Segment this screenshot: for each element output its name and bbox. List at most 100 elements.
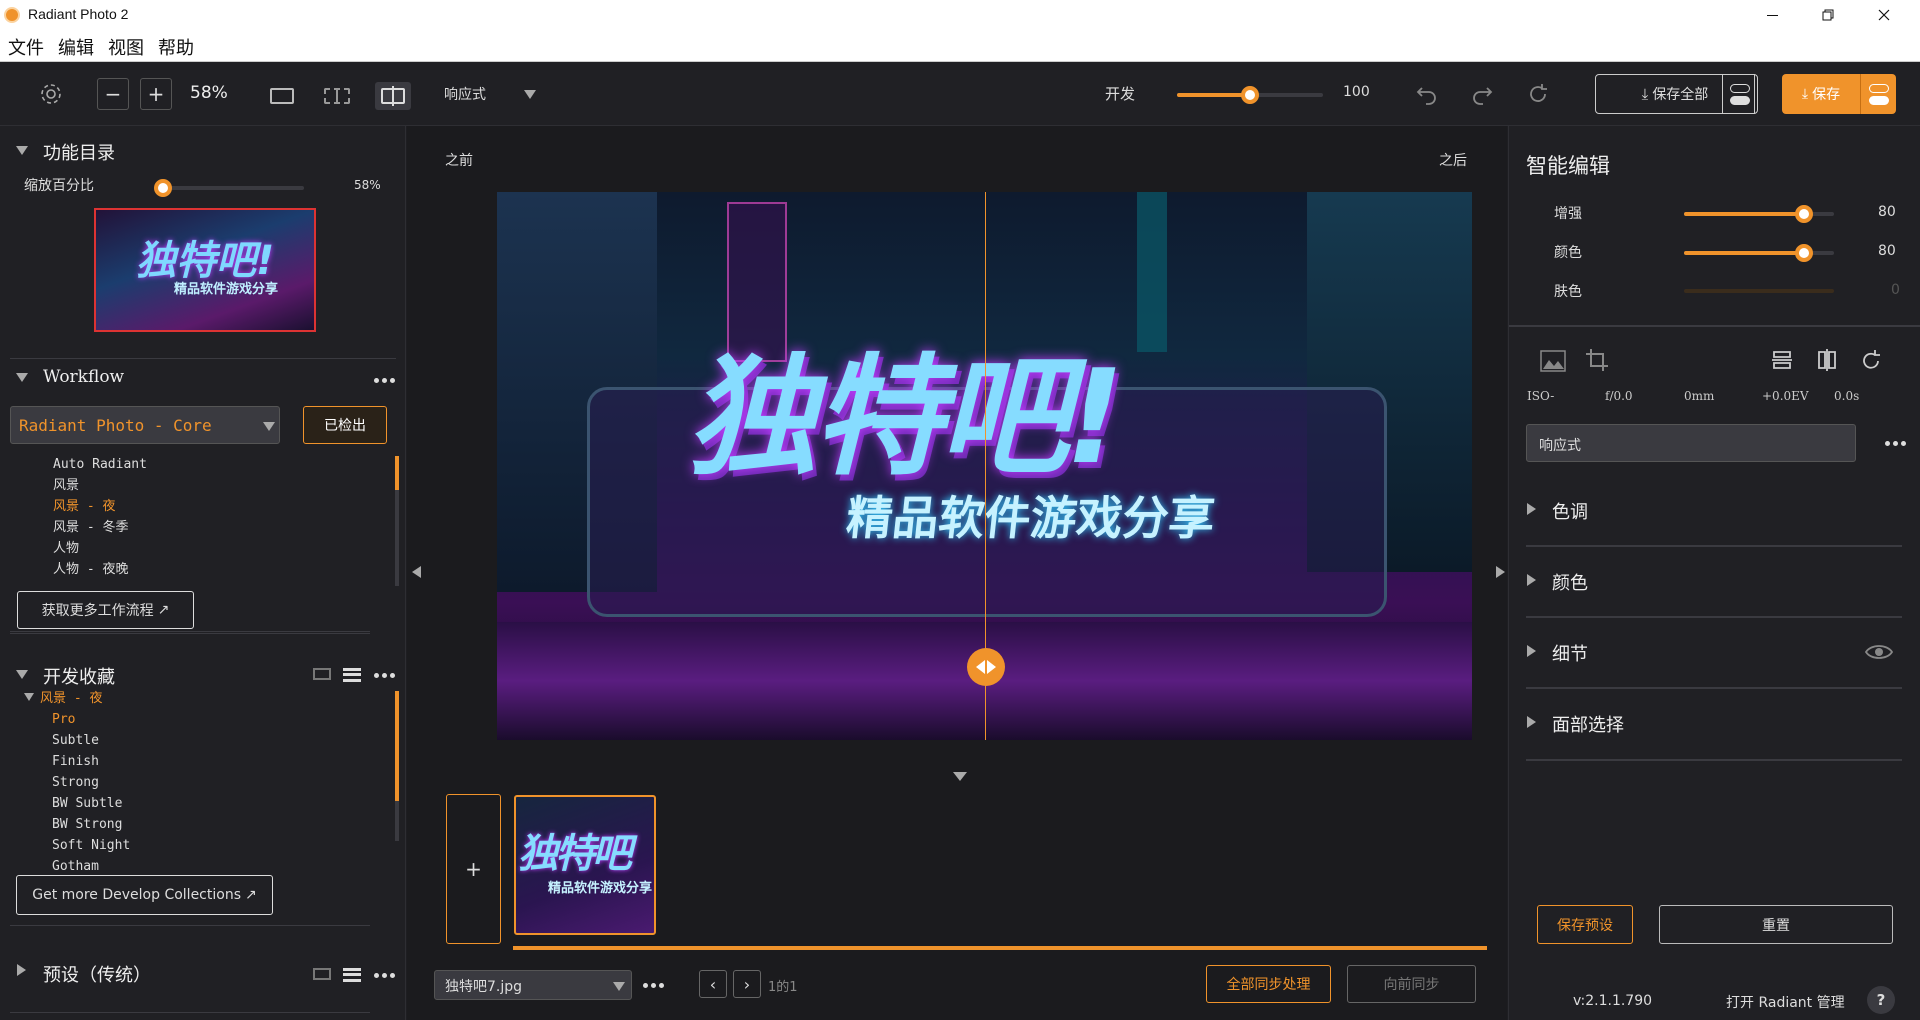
enhance-slider-handle[interactable] [1795, 205, 1813, 223]
collection-item[interactable]: Strong [52, 772, 130, 793]
presets-more-icon[interactable] [374, 973, 395, 978]
collapse-workflow-icon[interactable] [16, 373, 28, 382]
expand-detail-icon[interactable] [1527, 645, 1536, 657]
workflow-scrollbar[interactable] [395, 456, 399, 490]
section-face[interactable]: 面部选择 [1552, 711, 1624, 737]
collection-item-selected[interactable]: Pro [52, 709, 130, 730]
reset-button[interactable]: 重置 [1659, 905, 1893, 944]
collapse-right-panel-icon[interactable] [1496, 566, 1505, 578]
collection-item[interactable]: Finish [52, 751, 130, 772]
rotate-icon[interactable] [1859, 348, 1883, 372]
view-mode-select[interactable]: 响应式 [444, 84, 544, 106]
catalog-zoom-slider[interactable] [153, 179, 304, 197]
side-by-side-button[interactable] [324, 88, 350, 104]
skin-label: 肤色 [1554, 284, 1582, 300]
section-tone[interactable]: 色调 [1552, 498, 1588, 524]
single-view-button[interactable] [270, 88, 294, 104]
workflow-item-selected[interactable]: 风景 - 夜 [53, 496, 147, 517]
menu-edit[interactable]: 编辑 [58, 34, 94, 60]
filmstrip-scrollbar[interactable] [513, 946, 1487, 950]
menu-view[interactable]: 视图 [108, 34, 144, 60]
expand-face-icon[interactable] [1527, 716, 1536, 728]
get-more-collections-button[interactable]: Get more Develop Collections ↗ [16, 875, 273, 915]
external-link-icon: ↗ [245, 887, 257, 903]
menu-file[interactable]: 文件 [8, 34, 44, 60]
expand-color-icon[interactable] [1527, 574, 1536, 586]
grid-view-icon[interactable] [313, 968, 331, 980]
help-button[interactable]: ? [1867, 986, 1895, 1014]
redo-icon[interactable] [1470, 82, 1494, 106]
expand-presets-icon[interactable] [17, 964, 26, 976]
close-window-button[interactable] [1872, 4, 1896, 26]
navigator-thumbnail[interactable]: 独特吧! 精品软件游戏分享 [94, 208, 316, 332]
file-select[interactable]: 独特吧7.jpg [434, 970, 632, 1000]
mode-more-icon[interactable] [1885, 441, 1906, 446]
next-image-button[interactable]: › [733, 970, 761, 998]
get-more-workflows-button[interactable]: 获取更多工作流程 ↗ [17, 591, 194, 629]
minimize-button[interactable] [1760, 4, 1784, 26]
workflow-item[interactable]: 风景 - 冬季 [53, 517, 147, 538]
settings-gear-icon[interactable] [38, 81, 64, 107]
sync-all-button[interactable]: 全部同步处理 [1206, 965, 1331, 1003]
checkout-button[interactable]: 已检出 [303, 406, 387, 444]
undo-icon[interactable] [1415, 82, 1439, 106]
color-slider-handle[interactable] [1795, 244, 1813, 262]
workflow-item[interactable]: 人物 [53, 538, 147, 559]
workflow-select[interactable]: Radiant Photo - Core [10, 406, 280, 444]
eye-icon[interactable] [1865, 642, 1893, 662]
workflow-more-icon[interactable] [374, 378, 395, 383]
filmstrip-thumbnail[interactable]: 独特吧 精品软件游戏分享 [514, 795, 656, 935]
collection-item[interactable]: Soft Night [52, 835, 130, 856]
skin-slider[interactable] [1684, 289, 1834, 293]
open-manager-link[interactable]: 打开 Radiant 管理 [1726, 992, 1845, 1012]
save-preset-button[interactable]: 保存预设 [1537, 905, 1633, 944]
exposure-value: +0.0EV [1762, 389, 1809, 403]
color-slider[interactable] [1684, 244, 1834, 262]
develop-slider[interactable] [1177, 86, 1323, 104]
reset-rotate-icon[interactable] [1526, 82, 1550, 106]
list-view-icon[interactable] [343, 668, 361, 682]
workflow-item[interactable]: 风景 [53, 475, 147, 496]
develop-slider-handle[interactable] [1241, 86, 1259, 104]
crop-icon[interactable] [1585, 348, 1609, 372]
enhance-slider[interactable] [1684, 205, 1834, 223]
zoom-in-button[interactable]: + [140, 78, 172, 110]
split-view-button[interactable] [375, 82, 411, 110]
expand-group-icon [24, 693, 34, 701]
collections-more-icon[interactable] [374, 673, 395, 678]
sync-previous-button[interactable]: 向前同步 [1347, 965, 1476, 1003]
mode-select[interactable]: 响应式 [1526, 424, 1856, 462]
collapse-collections-icon[interactable] [16, 670, 28, 679]
section-color[interactable]: 颜色 [1552, 569, 1588, 595]
collection-item[interactable]: BW Strong [52, 814, 130, 835]
collections-scrollbar[interactable] [395, 691, 399, 801]
flip-vertical-icon[interactable] [1771, 348, 1793, 372]
collection-item[interactable]: Gotham [52, 856, 130, 877]
grid-view-icon[interactable] [313, 668, 331, 680]
collection-item[interactable]: BW Subtle [52, 793, 130, 814]
after-label: 之后 [1439, 153, 1467, 169]
add-image-button[interactable]: + [446, 794, 501, 944]
collapse-catalog-icon[interactable] [16, 146, 28, 155]
split-handle[interactable] [967, 648, 1005, 686]
workflow-item[interactable]: Auto Radiant [53, 454, 147, 475]
collapse-filmstrip-icon[interactable] [953, 772, 967, 781]
expand-tone-icon[interactable] [1527, 503, 1536, 515]
menu-help[interactable]: 帮助 [158, 34, 194, 60]
list-view-icon[interactable] [343, 968, 361, 982]
section-detail[interactable]: 细节 [1552, 640, 1588, 666]
get-more-collections-label: Get more Develop Collections [32, 887, 241, 903]
previous-image-button[interactable]: ‹ [699, 970, 727, 998]
zoom-out-button[interactable]: − [97, 78, 129, 110]
save-all-options-button[interactable] [1722, 74, 1758, 114]
histogram-icon[interactable] [1540, 350, 1566, 372]
collapse-left-panel-icon[interactable] [412, 566, 421, 578]
restore-button[interactable] [1816, 4, 1840, 26]
workflow-item[interactable]: 人物 - 夜晚 [53, 559, 147, 580]
collection-item[interactable]: Subtle [52, 730, 130, 751]
save-options-button[interactable] [1860, 74, 1896, 114]
flip-horizontal-icon[interactable] [1815, 348, 1839, 372]
save-button[interactable]: ⤓ 保存 [1782, 74, 1860, 114]
catalog-zoom-handle[interactable] [153, 179, 172, 197]
file-more-icon[interactable] [643, 983, 664, 988]
